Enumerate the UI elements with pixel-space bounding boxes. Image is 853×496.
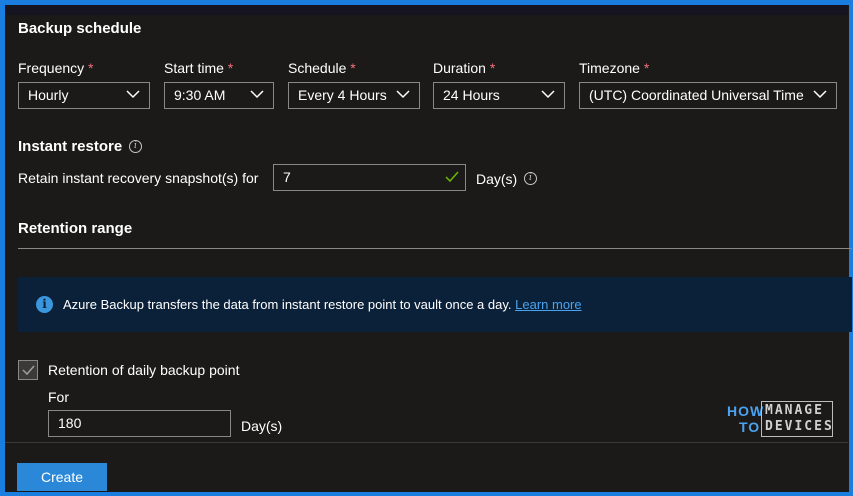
daily-retention-checkbox[interactable] [18, 360, 38, 380]
timezone-value: (UTC) Coordinated Universal Time [589, 87, 804, 103]
daily-retention-days-value: 180 [58, 415, 82, 431]
window-frame-bottom [0, 492, 853, 496]
schedule-dropdown[interactable]: Every 4 Hours [288, 82, 420, 109]
chevron-down-icon [541, 90, 555, 99]
info-banner-text: Azure Backup transfers the data from ins… [63, 297, 582, 312]
logo-how: HOW [727, 403, 765, 419]
logo-manage: MANAGE [765, 403, 824, 418]
schedule-label: Schedule * [288, 60, 356, 76]
instant-restore-heading: Instant restore [18, 138, 123, 155]
for-label: For [48, 389, 69, 405]
logo-devices: DEVICES [765, 419, 834, 434]
chevron-down-icon [126, 90, 140, 99]
retain-days-input[interactable]: 7 [273, 164, 466, 191]
logo-box: MANAGE DEVICES [761, 401, 833, 437]
checkmark-icon [445, 171, 459, 183]
daily-retention-days-input[interactable]: 180 [48, 410, 231, 437]
chevron-down-icon [250, 90, 264, 99]
schedule-value: Every 4 Hours [298, 87, 387, 103]
daily-retention-unit: Day(s) [241, 418, 283, 434]
start-time-dropdown[interactable]: 9:30 AM [164, 82, 274, 109]
info-banner: i Azure Backup transfers the data from i… [18, 277, 852, 332]
logo-to: TO [739, 419, 761, 435]
daily-retention-label: Retention of daily backup point [48, 362, 240, 378]
window-frame-left [0, 0, 5, 496]
info-icon[interactable]: i [129, 140, 142, 153]
frequency-dropdown[interactable]: Hourly [18, 82, 150, 109]
duration-label: Duration * [433, 60, 496, 76]
header-strip [5, 5, 848, 15]
retention-range-heading: Retention range [18, 220, 133, 237]
retain-days-value: 7 [283, 169, 291, 185]
duration-dropdown[interactable]: 24 Hours [433, 82, 565, 109]
start-time-label: Start time * [164, 60, 234, 76]
timezone-label: Timezone * [579, 60, 650, 76]
frequency-value: Hourly [28, 87, 69, 103]
duration-value: 24 Hours [443, 87, 500, 103]
footer-divider [5, 442, 848, 443]
chevron-down-icon [396, 90, 410, 99]
section-divider [18, 248, 852, 249]
check-icon [22, 365, 35, 376]
watermark-logo: HOW TO MANAGE DEVICES [727, 401, 833, 437]
retain-snapshots-label: Retain instant recovery snapshot(s) for [18, 170, 259, 186]
backup-schedule-heading: Backup schedule [18, 20, 142, 37]
chevron-down-icon [813, 90, 827, 99]
info-icon[interactable]: i [524, 172, 537, 185]
start-time-value: 9:30 AM [174, 87, 226, 103]
retain-days-unit: Day(s) [476, 171, 518, 187]
create-button[interactable]: Create [17, 463, 107, 491]
info-icon: i [36, 296, 53, 313]
timezone-dropdown[interactable]: (UTC) Coordinated Universal Time [579, 82, 837, 109]
frequency-label: Frequency * [18, 60, 94, 76]
learn-more-link[interactable]: Learn more [515, 297, 581, 312]
